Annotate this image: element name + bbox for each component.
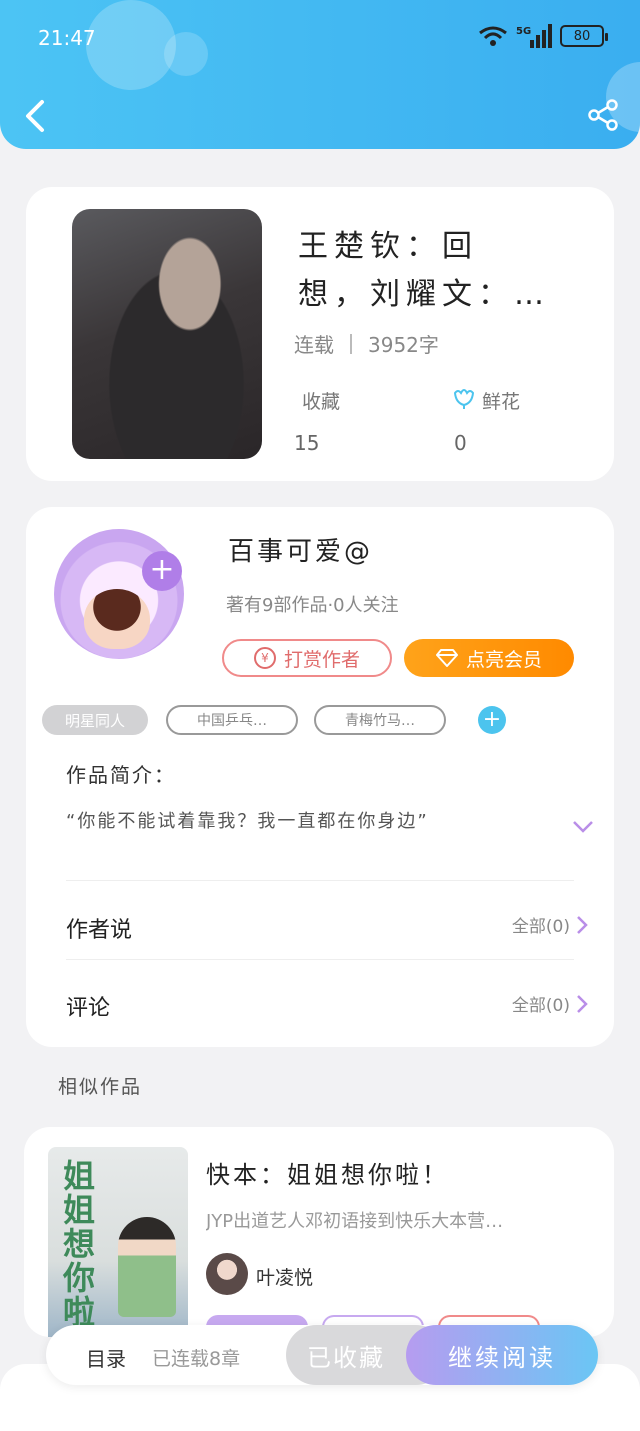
similar-book-cover[interactable]: 姐姐想你啦 <box>48 1147 188 1337</box>
author-says-label[interactable]: 作者说 <box>66 912 132 944</box>
divider <box>66 959 574 960</box>
yen-icon: ¥ <box>253 647 276 669</box>
similar-author-avatar <box>206 1253 248 1295</box>
continue-reading-button[interactable]: 继续阅读 <box>406 1325 598 1385</box>
divider <box>350 333 352 354</box>
author-says-link[interactable]: 全部(0) <box>512 912 588 937</box>
similar-work-card[interactable]: 姐姐想你啦 快本：姐姐想你啦！ JYP出道艺人邓初语接到快乐大本营… 叶凌悦 <box>24 1127 614 1339</box>
book-cover[interactable] <box>72 209 262 459</box>
divider <box>66 880 574 881</box>
tag-chip[interactable]: 青梅竹马… <box>314 705 446 735</box>
author-info: 著有9部作品·0人关注 <box>226 595 399 616</box>
cellular-signal-icon: 5G <box>516 24 552 48</box>
favorited-label: 已收藏 <box>307 1343 385 1372</box>
tag-chip[interactable]: 明星同人 <box>42 705 148 735</box>
avatar-face <box>84 589 150 649</box>
share-icon[interactable] <box>586 98 620 132</box>
similar-works-heading: 相似作品 <box>58 1076 143 1098</box>
cover-figure <box>118 1217 176 1317</box>
decorative-bubble <box>164 32 208 76</box>
chevron-right-icon <box>577 915 588 934</box>
chapter-count: 已连载8章 <box>152 1348 241 1370</box>
vip-button[interactable]: 点亮会员 <box>404 639 574 677</box>
book-info-card: 王楚钦：回想，刘耀文：有姐… 连载 3952字 收藏 鲜花 15 0 <box>26 187 614 481</box>
status-time: 21:47 <box>38 26 96 50</box>
author-says-count: 全部(0) <box>511 917 570 937</box>
book-status: 连载 <box>294 333 334 357</box>
flowers-label: 鲜花 <box>482 391 521 413</box>
tag-chip[interactable]: 中国乒乓… <box>166 705 298 735</box>
battery-level: 80 <box>573 28 591 44</box>
cover-art-title: 姐姐想你啦 <box>58 1159 96 1329</box>
comments-link[interactable]: 全部(0) <box>512 991 588 1016</box>
decorative-bubble <box>86 0 176 90</box>
chevron-right-icon <box>577 994 588 1013</box>
word-count: 3952字 <box>368 333 439 357</box>
add-tag-button[interactable]: + <box>478 706 506 734</box>
wifi-icon <box>479 26 507 46</box>
similar-author-name: 叶凌悦 <box>256 1267 314 1289</box>
battery-icon: 80 <box>560 25 608 47</box>
similar-book-description: JYP出道艺人邓初语接到快乐大本营… <box>206 1211 504 1232</box>
comments-count: 全部(0) <box>511 996 570 1016</box>
book-meta: 连载 3952字 <box>294 329 439 358</box>
similar-book-title: 快本：姐姐想你啦！ <box>206 1161 449 1189</box>
author-card: + 百事可爱@ 著有9部作品·0人关注 ¥ 打赏作者 点亮会员 明星同人 中国乒… <box>26 507 614 1047</box>
chevron-down-icon[interactable] <box>572 819 594 835</box>
back-arrow-icon[interactable] <box>20 96 50 136</box>
book-title: 王楚钦：回想，刘耀文：有姐… <box>298 229 514 312</box>
flower-icon <box>453 389 475 409</box>
intro-title: 作品简介： <box>66 763 176 787</box>
diamond-icon <box>435 649 458 667</box>
author-avatar[interactable] <box>54 529 184 659</box>
toc-button[interactable]: 目录 <box>86 1343 126 1372</box>
flowers-count: 0 <box>454 431 467 455</box>
network-type: 5G <box>516 26 531 37</box>
comments-label[interactable]: 评论 <box>66 990 110 1022</box>
reward-author-button[interactable]: ¥ 打赏作者 <box>222 639 392 677</box>
favorites-label: 收藏 <box>302 391 341 413</box>
status-icons: 5G 80 <box>478 24 608 48</box>
author-name[interactable]: 百事可爱@ <box>228 531 373 568</box>
intro-text: “你能不能试着靠我？我一直都在你身边” <box>66 811 429 832</box>
follow-plus-button[interactable]: + <box>142 551 182 591</box>
header: 21:47 5G 80 <box>0 0 640 149</box>
vip-label: 点亮会员 <box>465 648 542 671</box>
reward-label: 打赏作者 <box>283 648 360 671</box>
bottom-action-bar: 目录 已连载8章 已收藏 继续阅读 <box>46 1325 598 1385</box>
favorites-count: 15 <box>294 431 320 455</box>
